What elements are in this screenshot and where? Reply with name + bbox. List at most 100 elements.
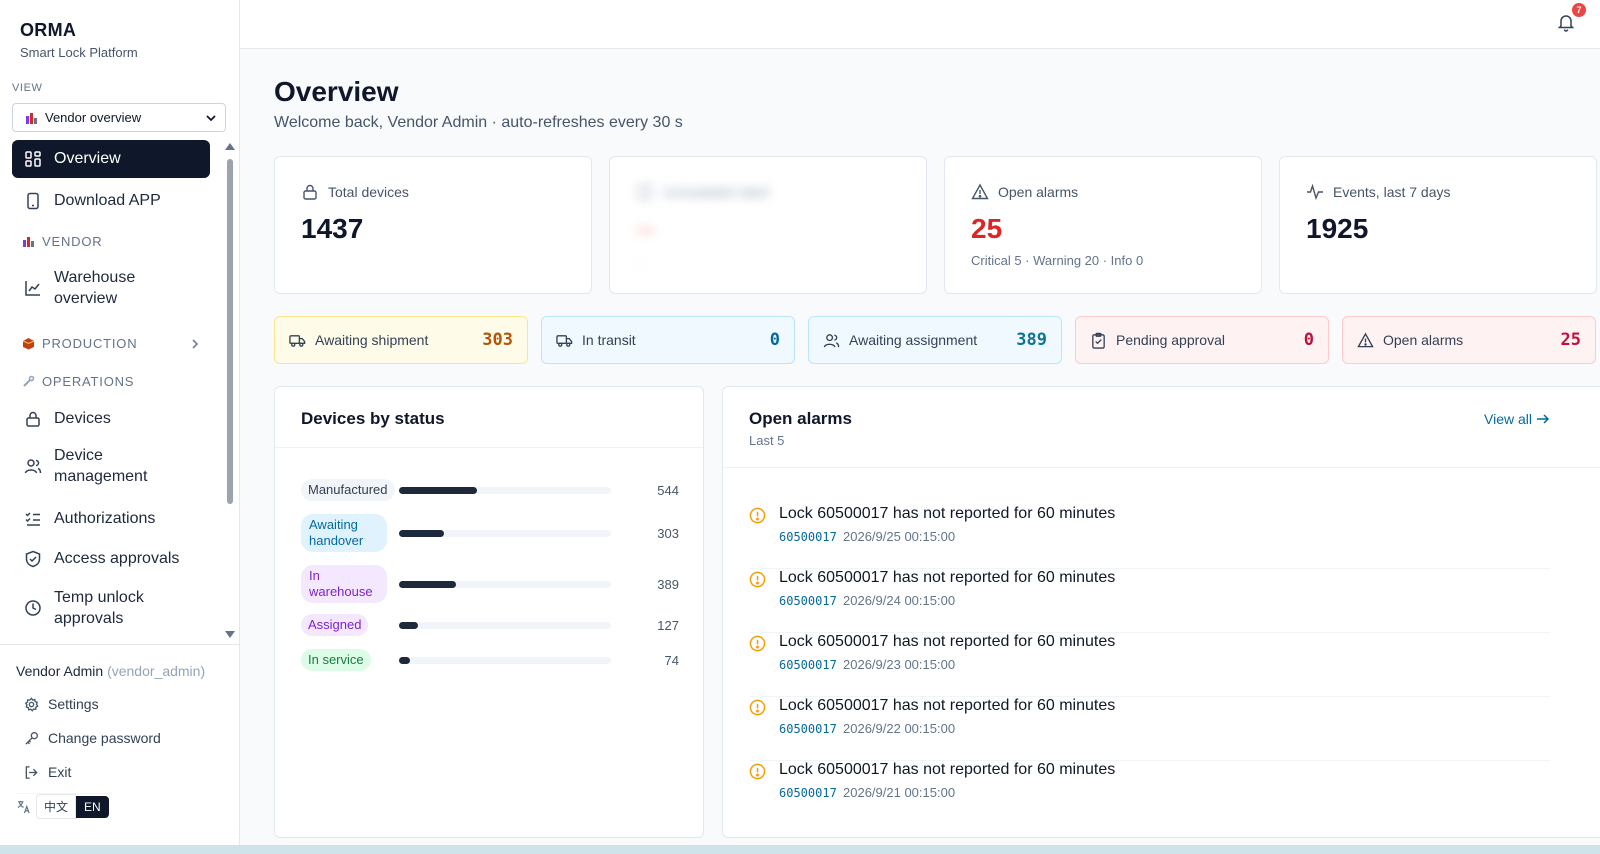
change-password-link[interactable]: Change password — [24, 730, 161, 746]
panel-subtitle: Last 5 — [749, 433, 785, 448]
alarm-message: Lock 60500017 has not reported for 60 mi… — [779, 569, 1116, 586]
status-bar-track — [399, 529, 611, 537]
device-icon — [636, 183, 654, 201]
alarm-item[interactable]: Lock 60500017 has not reported for 60 mi… — [749, 505, 1550, 569]
kpi-open-alarms: Open alarms 25 Critical 5 · Warning 20 ·… — [944, 156, 1262, 294]
alarm-item[interactable]: Lock 60500017 has not reported for 60 mi… — [749, 761, 1550, 825]
key-icon — [24, 731, 39, 746]
alarm-message: Lock 60500017 has not reported for 60 mi… — [779, 697, 1116, 714]
exit-link[interactable]: Exit — [24, 764, 71, 780]
sidebar-item-label: Access approvals — [54, 550, 180, 567]
status-row: In warehouse 389 — [301, 564, 679, 604]
lock-icon — [301, 183, 319, 201]
phone-icon — [24, 192, 42, 210]
truck-icon — [289, 332, 306, 349]
alarm-message: Lock 60500017 has not reported for 60 mi… — [779, 633, 1116, 650]
alarm-item[interactable]: Lock 60500017 has not reported for 60 mi… — [749, 633, 1550, 697]
scrollbar-thumb[interactable] — [227, 159, 233, 504]
pill-value: 303 — [482, 330, 513, 350]
kpi-total-devices: Total devices 1437 — [274, 156, 592, 294]
pill-label: Pending approval — [1116, 332, 1225, 348]
view-label: VIEW — [12, 82, 43, 94]
view-all-link[interactable]: View all — [1484, 411, 1550, 427]
status-badge: Awaiting handover — [301, 514, 387, 552]
view-select[interactable]: Vendor overview — [12, 103, 226, 132]
sidebar-item-access-approvals[interactable]: Access approvals — [12, 540, 210, 578]
alarm-device-code[interactable]: 60500017 — [779, 530, 837, 544]
pill-pending-approval[interactable]: Pending approval 0 — [1075, 316, 1329, 364]
status-bar-fill — [399, 529, 444, 537]
pill-open-alarms[interactable]: Open alarms 25 — [1342, 316, 1596, 364]
sidebar-footer: Vendor Admin (vendor_admin) Settings Cha… — [0, 644, 239, 845]
user-username: (vendor_admin) — [107, 663, 206, 679]
pill-label: Open alarms — [1383, 332, 1464, 348]
exit-label: Exit — [48, 764, 72, 780]
alert-circle-icon — [749, 507, 766, 524]
clock-icon — [24, 599, 42, 617]
sidebar-item-label: Device management — [54, 447, 148, 485]
page-subtitle: Welcome back, Vendor Admin · auto-refres… — [274, 114, 683, 131]
sidebar-item-download-app[interactable]: Download APP — [12, 182, 210, 220]
brand: ORMA Smart Lock Platform — [20, 20, 138, 60]
scroll-down-arrow[interactable] — [225, 631, 235, 638]
sidebar-item-device-management[interactable]: Device management — [12, 442, 210, 490]
alarm-device-code[interactable]: 60500017 — [779, 594, 837, 608]
status-badge: Manufactured — [301, 479, 395, 501]
pill-value: 389 — [1016, 330, 1047, 350]
sidebar-scrollbar[interactable] — [224, 143, 236, 643]
alert-circle-icon — [749, 699, 766, 716]
section-label: OPERATIONS — [42, 374, 135, 389]
kpi-note: -- — [636, 253, 645, 268]
status-row: Manufactured 544 — [301, 478, 679, 502]
alarm-device-code[interactable]: 60500017 — [779, 658, 837, 672]
truck-icon — [556, 332, 573, 349]
status-value: 389 — [657, 576, 679, 592]
settings-link[interactable]: Settings — [24, 696, 99, 712]
change-password-label: Change password — [48, 730, 161, 746]
alarm-item[interactable]: Lock 60500017 has not reported for 60 mi… — [749, 697, 1550, 761]
kpi-value: 1437 — [301, 213, 364, 244]
lang-zh-button[interactable]: 中文 — [36, 794, 77, 819]
page-title: Overview — [274, 76, 399, 107]
sidebar-item-devices[interactable]: Devices — [12, 400, 210, 438]
section-operations: OPERATIONS — [22, 374, 200, 389]
lang-en-button[interactable]: EN — [76, 795, 109, 818]
arrow-right-icon — [1536, 413, 1550, 425]
alarm-timestamp: 2026/9/24 00:15:00 — [843, 593, 956, 608]
checklist-icon — [24, 510, 42, 528]
chart-icon — [24, 279, 42, 297]
view-all-label: View all — [1484, 411, 1532, 427]
alarm-device-code[interactable]: 60500017 — [779, 786, 837, 800]
pill-in-transit[interactable]: In transit 0 — [541, 316, 795, 364]
top-bar: 7 — [240, 0, 1600, 49]
kpi-header: Total devices — [301, 183, 409, 201]
logout-icon — [24, 765, 39, 780]
alarm-device-code[interactable]: 60500017 — [779, 722, 837, 736]
sidebar-item-authorizations[interactable]: Authorizations — [12, 500, 210, 538]
panel-title: Open alarms — [749, 409, 852, 428]
scroll-up-arrow[interactable] — [225, 143, 235, 150]
sidebar-item-overview[interactable]: Overview — [12, 140, 210, 178]
alarm-item[interactable]: Lock 60500017 has not reported for 60 mi… — [749, 569, 1550, 633]
sidebar-item-label: Devices — [54, 410, 111, 427]
status-bar-track — [399, 580, 611, 588]
pill-label: Awaiting shipment — [315, 332, 429, 348]
chevron-right-icon — [190, 338, 200, 349]
pill-value: 0 — [1303, 330, 1314, 350]
pill-awaiting-assignment[interactable]: Awaiting assignment 389 — [808, 316, 1062, 364]
sidebar-item-label: Warehouse overview — [54, 269, 136, 307]
pill-awaiting-shipment[interactable]: Awaiting shipment 303 — [274, 316, 528, 364]
sidebar-item-temp-unlock-approvals[interactable]: Temp unlock approvals — [12, 584, 210, 632]
warning-triangle-icon — [971, 183, 989, 201]
notifications-button[interactable] — [1556, 12, 1576, 32]
sidebar-item-warehouse-overview[interactable]: Warehouse overview — [12, 264, 210, 312]
kpi-blurred: Unreadable label -- -- — [609, 156, 927, 294]
language-switcher: 中文 EN — [16, 793, 109, 819]
pill-label: In transit — [582, 332, 636, 348]
alarm-message: Lock 60500017 has not reported for 60 mi… — [779, 505, 1116, 522]
alert-circle-icon — [749, 763, 766, 780]
section-production[interactable]: PRODUCTION — [22, 336, 200, 351]
alarm-timestamp: 2026/9/25 00:15:00 — [843, 529, 956, 544]
warning-triangle-icon — [1357, 332, 1374, 349]
kpi-header: Unreadable label — [636, 183, 769, 201]
